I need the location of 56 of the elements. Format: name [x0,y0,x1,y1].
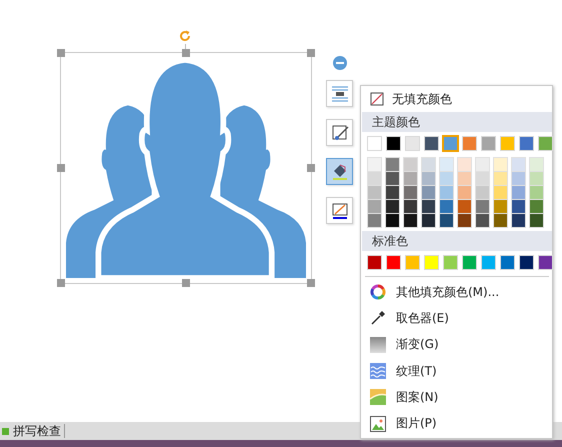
color-swatch[interactable] [443,255,458,270]
texture-icon [370,363,386,380]
color-swatch[interactable] [405,255,420,270]
image-icon [370,416,386,432]
color-swatch[interactable] [481,255,496,270]
resize-handle[interactable] [307,49,315,57]
line-color-icon [330,202,348,220]
line-tool-button[interactable] [326,197,353,224]
color-swatch[interactable] [443,136,458,151]
section-header: 标准色 [362,231,552,251]
color-swatch[interactable] [538,136,553,151]
color-swatch[interactable] [367,255,382,270]
menu-item[interactable]: 取色器(E) [362,305,552,332]
color-swatch[interactable] [481,136,496,151]
outline-tool-button[interactable] [326,119,353,146]
resize-handle[interactable] [307,164,315,172]
resize-handle[interactable] [182,279,190,287]
color-swatch[interactable] [386,255,401,270]
resize-handle[interactable] [57,49,65,57]
resize-handle[interactable] [57,279,65,287]
color-swatch[interactable] [405,136,420,151]
menu-item[interactable]: 图案(N) [362,384,552,410]
color-swatch[interactable] [519,255,534,270]
menu-item[interactable]: 纹理(T) [362,358,552,384]
color-swatch[interactable] [462,255,477,270]
color-swatch[interactable] [367,136,382,151]
resize-handle[interactable] [307,279,315,287]
status-indicator-icon [2,428,9,434]
resize-handle[interactable] [57,164,65,172]
color-swatch[interactable] [462,136,477,151]
section-header: 主题颜色 [362,112,552,132]
color-wheel-icon [370,284,386,300]
color-swatch[interactable] [538,255,553,270]
pen-square-icon [330,124,348,142]
color-swatch[interactable] [500,136,515,151]
eyedropper-icon [370,310,386,326]
spell-check-status[interactable]: 拼写检查 [13,424,65,438]
color-swatch[interactable] [424,255,439,270]
menu-item[interactable]: 渐变(G) [362,332,552,358]
resize-handle[interactable] [182,49,190,57]
fill-tool-button[interactable] [326,158,353,185]
color-swatch[interactable] [424,136,439,151]
gradient-icon [370,336,386,353]
color-swatch[interactable] [386,136,401,151]
menu-item[interactable]: 图片(P) [362,410,552,437]
pattern-icon [370,389,386,406]
no-fill-icon [370,92,384,106]
minus-circle-icon[interactable] [332,56,346,70]
text-wrap-icon [330,84,348,102]
layout-tool-button[interactable] [326,80,353,107]
no-fill-item[interactable]: 无填充颜色 [362,88,552,110]
paint-bucket-icon [330,162,348,180]
rotate-handle-icon[interactable] [178,29,192,43]
color-swatch[interactable] [500,255,515,270]
menu-item[interactable]: 其他填充颜色(M)... [362,279,552,306]
color-swatch[interactable] [519,136,534,151]
